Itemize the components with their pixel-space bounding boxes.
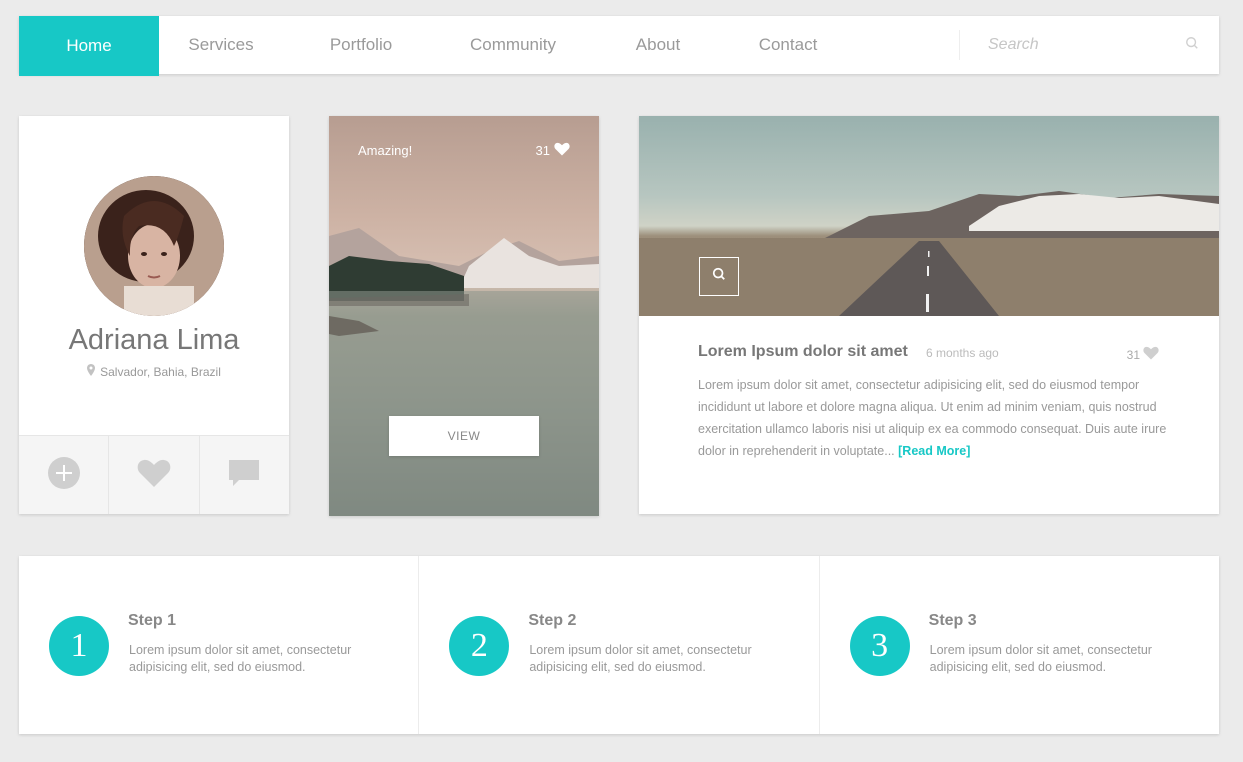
- lake-photo: [329, 228, 599, 516]
- nav-home[interactable]: Home: [19, 16, 159, 76]
- step-text: Lorem ipsum dolor sit amet, consectetur …: [929, 643, 1152, 674]
- nav-portfolio[interactable]: Portfolio: [283, 16, 439, 74]
- location-text: Salvador, Bahia, Brazil: [100, 364, 221, 379]
- step-number: 3: [849, 616, 910, 676]
- lake-caption: Amazing!: [358, 143, 413, 158]
- step-title: Step 2: [528, 612, 577, 629]
- heart-icon: [1143, 346, 1159, 363]
- profile-name: Adriana Lima: [68, 324, 240, 356]
- step-2: 2 Step 2 Lorem ipsum dolor sit amet, con…: [419, 556, 820, 734]
- step-number: 1: [49, 616, 109, 676]
- comment-button[interactable]: [200, 436, 289, 514]
- add-button[interactable]: [19, 436, 110, 514]
- profile-actions: [19, 435, 289, 514]
- article-like-count: 31: [1126, 347, 1140, 362]
- search-icon: [712, 267, 726, 286]
- step-text: Lorem ipsum dolor sit amet, consectetur …: [129, 643, 352, 674]
- article-body: Lorem ipsum dolor sit amet, consectetur …: [698, 374, 1168, 462]
- step-number: 2: [449, 616, 510, 676]
- step-title: Step 1: [128, 612, 177, 629]
- lake-photo-card: Amazing! 31 VIEW: [329, 116, 599, 516]
- view-button[interactable]: VIEW: [389, 416, 539, 456]
- search-box: [959, 30, 1219, 60]
- nav-services[interactable]: Services: [159, 16, 283, 74]
- article-photo: [639, 116, 1219, 316]
- nav-community[interactable]: Community: [439, 16, 587, 74]
- top-nav: Home Services Portfolio Community About …: [19, 16, 1219, 76]
- step-text: Lorem ipsum dolor sit amet, consectetur …: [529, 643, 752, 674]
- map-pin-icon: [87, 364, 96, 379]
- heart-icon: [137, 458, 171, 493]
- comment-icon: [227, 458, 261, 493]
- article-time: 6 months ago: [926, 346, 999, 360]
- step-3: 3 Step 3 Lorem ipsum dolor sit amet, con…: [820, 556, 1219, 734]
- heart-icon: [554, 142, 570, 159]
- profile-card: Adriana Lima Salvador, Bahia, Brazil: [19, 116, 289, 514]
- avatar: [84, 176, 224, 316]
- lake-likes[interactable]: 31: [536, 142, 570, 159]
- like-button[interactable]: [109, 436, 200, 514]
- profile-location: Salvador, Bahia, Brazil: [19, 364, 289, 379]
- add-icon: [47, 456, 81, 495]
- search-icon[interactable]: [1185, 36, 1199, 55]
- nav-about[interactable]: About: [587, 16, 729, 74]
- article-likes[interactable]: 31: [1127, 346, 1159, 363]
- article-title[interactable]: Lorem Ipsum dolor sit amet: [698, 343, 908, 361]
- read-more-link[interactable]: [Read More]: [898, 444, 970, 458]
- steps-panel: 1 Step 1 Lorem ipsum dolor sit amet, con…: [19, 556, 1219, 734]
- nav-contact[interactable]: Contact: [729, 16, 847, 74]
- step-title: Step 3: [928, 612, 977, 629]
- lake-like-count: 31: [535, 143, 550, 158]
- step-1: 1 Step 1 Lorem ipsum dolor sit amet, con…: [19, 556, 420, 734]
- zoom-button[interactable]: [699, 257, 739, 296]
- article-card: Lorem Ipsum dolor sit amet 6 months ago …: [639, 116, 1219, 514]
- search-input[interactable]: [988, 36, 1185, 54]
